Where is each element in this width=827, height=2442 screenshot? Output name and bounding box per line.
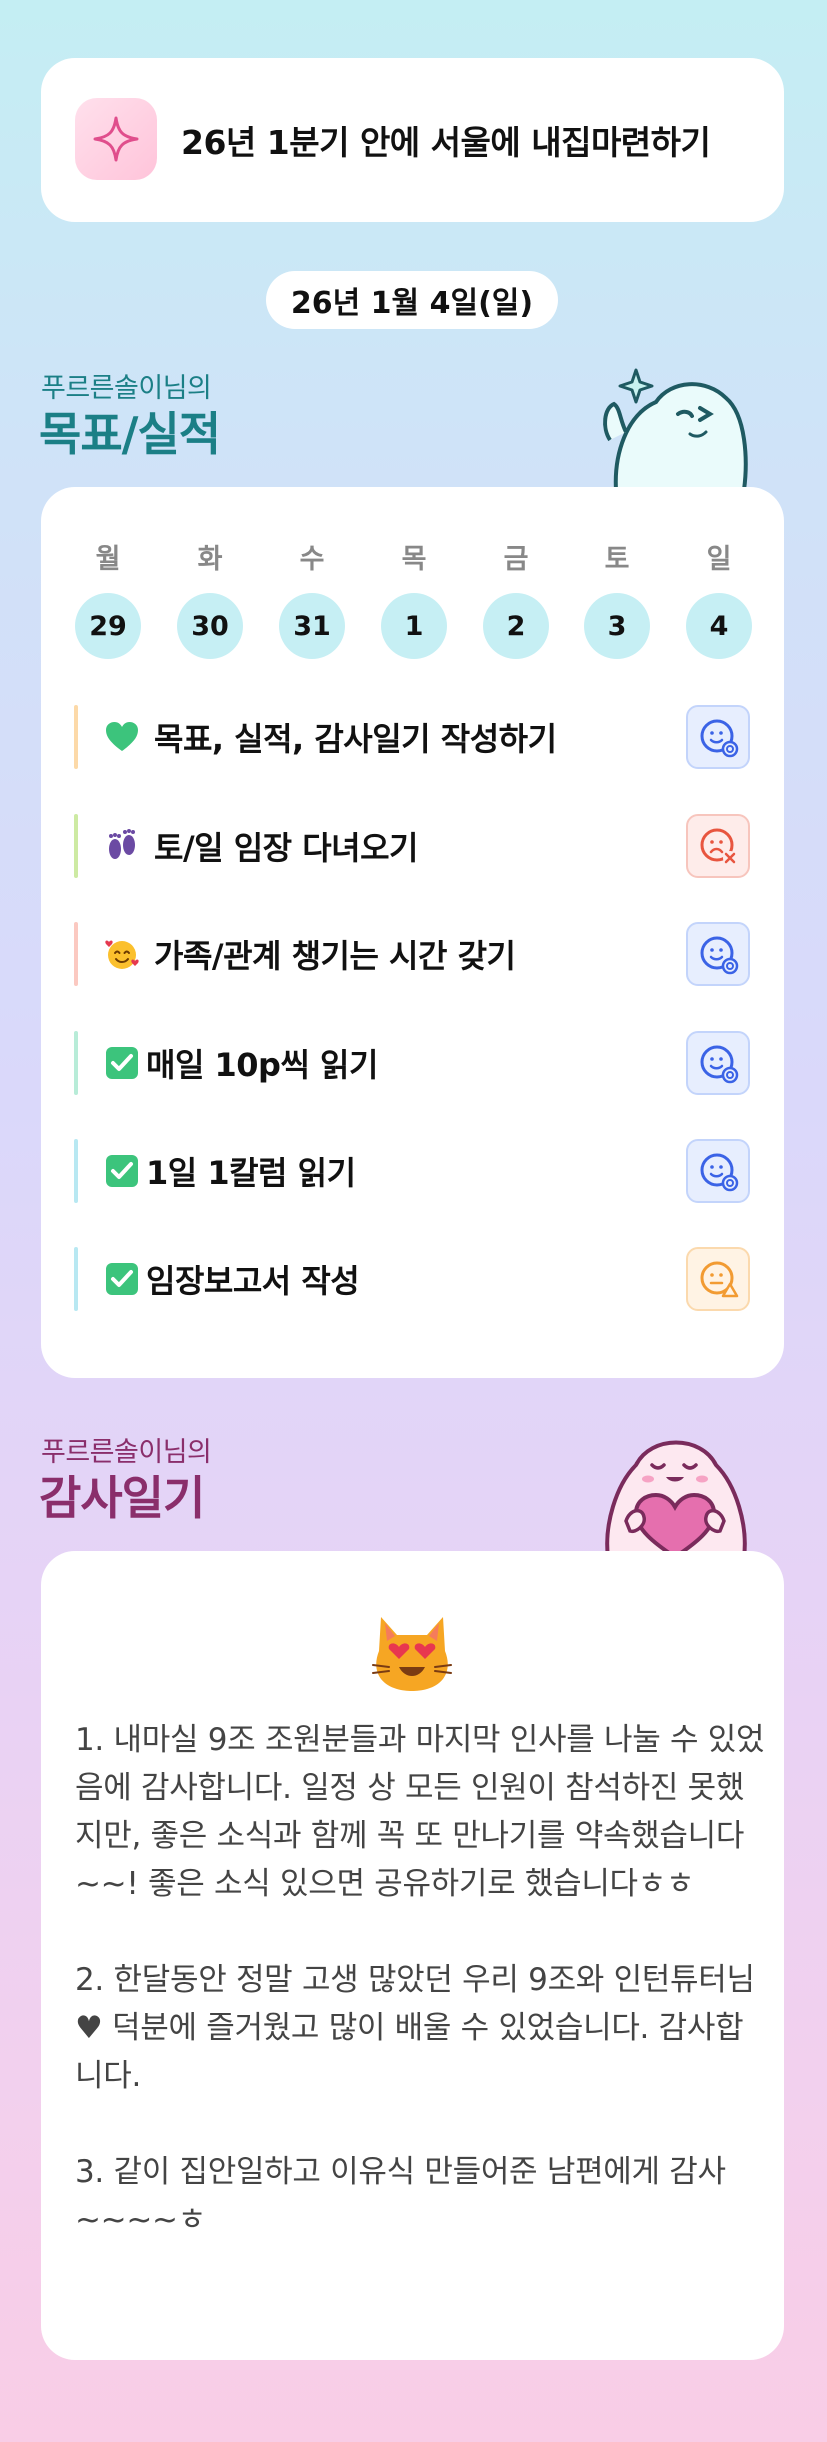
task-accent-bar [74, 1031, 78, 1095]
task-label: 가족/관계 챙기는 시간 갖기 [154, 937, 516, 975]
check-mark-icon [104, 1153, 140, 1189]
task-accent-bar [74, 814, 78, 878]
day-date: 3 [584, 593, 650, 659]
task-label: 임장보고서 작성 [146, 1262, 360, 1300]
task-accent-bar [74, 1247, 78, 1311]
day-date: 2 [483, 593, 549, 659]
status-done-icon[interactable] [686, 1031, 750, 1095]
goals-section-title: 목표/실적 [39, 407, 221, 461]
task-label: 1일 1칼럼 읽기 [146, 1154, 356, 1192]
goal-banner: 26년 1분기 안에 서울에 내집마련하기 [41, 58, 784, 222]
green-heart-icon [104, 719, 140, 755]
day-name: 월 [95, 544, 121, 575]
gratitude-section-title: 감사일기 [39, 1471, 205, 1525]
sparkle-icon [75, 98, 157, 180]
task-row[interactable]: 목표, 실적, 감사일기 작성하기 [74, 705, 750, 769]
status-done-icon[interactable] [686, 922, 750, 986]
day-name: 토 [604, 544, 630, 575]
gratitude-card: 1. 내마실 9조 조원분들과 마지막 인사를 나눌 수 있었음에 감사합니다.… [41, 1551, 784, 2360]
task-accent-bar [74, 705, 78, 769]
status-partial-icon[interactable] [686, 1247, 750, 1311]
day-date: 30 [177, 593, 243, 659]
task-row[interactable]: 임장보고서 작성 [74, 1247, 750, 1311]
status-done-icon[interactable] [686, 1139, 750, 1203]
task-row[interactable]: 토/일 임장 다녀오기 [74, 814, 750, 878]
mascot-heart-icon [605, 1440, 747, 1557]
day-name: 목 [401, 544, 427, 575]
task-row[interactable]: 가족/관계 챙기는 시간 갖기 [74, 922, 750, 986]
task-accent-bar [74, 922, 78, 986]
task-row[interactable]: 1일 1칼럼 읽기 [74, 1139, 750, 1203]
gratitude-text: 1. 내마실 9조 조원분들과 마지막 인사를 나눌 수 있었음에 감사합니다.… [75, 1722, 765, 2238]
day-date: 31 [279, 593, 345, 659]
day-name: 금 [503, 544, 529, 575]
task-label: 토/일 임장 다녀오기 [154, 829, 419, 867]
day-name: 수 [299, 544, 325, 575]
task-label: 매일 10p씩 읽기 [146, 1046, 378, 1084]
status-failed-icon[interactable] [686, 814, 750, 878]
check-mark-icon [104, 1045, 140, 1081]
day-date: 1 [381, 593, 447, 659]
day-date: 29 [75, 593, 141, 659]
goal-text: 26년 1분기 안에 서울에 내집마련하기 [181, 123, 711, 162]
smiling-face-hearts-icon [104, 936, 140, 972]
day-name: 화 [197, 544, 223, 575]
date-pill[interactable]: 26년 1월 4일(일) [266, 271, 558, 329]
task-label: 목표, 실적, 감사일기 작성하기 [154, 720, 557, 758]
task-accent-bar [74, 1139, 78, 1203]
check-mark-icon [104, 1261, 140, 1297]
status-done-icon[interactable] [686, 705, 750, 769]
heart-eyes-cat-icon [371, 1611, 453, 1693]
mascot-wink-icon [603, 368, 748, 490]
goals-card: 월 29 화 30 수 31 목 1 금 2 토 3 일 4 목표, 실적, 감… [41, 487, 784, 1378]
day-date: 4 [686, 593, 752, 659]
footprints-icon [104, 828, 140, 864]
day-name: 일 [706, 544, 732, 575]
task-row[interactable]: 매일 10p씩 읽기 [74, 1031, 750, 1095]
